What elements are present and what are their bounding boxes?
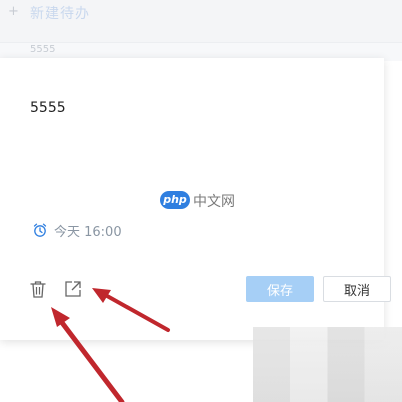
share-external-icon	[65, 281, 81, 297]
alarm-clock-icon	[33, 223, 47, 237]
background-header-title: 新建待办	[30, 6, 90, 22]
watermark-logo: php	[160, 191, 190, 209]
background-header: + 新建待办	[0, 0, 402, 42]
save-button[interactable]: 保存	[246, 276, 314, 302]
note-edit-card: 5555 php 中文网 今天 16:00 保存 取消	[0, 58, 391, 340]
blurred-region	[253, 327, 402, 402]
cancel-button[interactable]: 取消	[323, 276, 391, 302]
share-button[interactable]	[63, 279, 83, 299]
trash-icon	[30, 281, 46, 298]
watermark-text: 中文网	[193, 194, 235, 210]
delete-button[interactable]	[28, 279, 48, 299]
reminder-time: 今天 16:00	[54, 225, 122, 240]
note-content[interactable]: 5555	[30, 100, 66, 116]
background-list-item-text: 5555	[30, 44, 56, 55]
plus-icon: +	[8, 4, 19, 19]
